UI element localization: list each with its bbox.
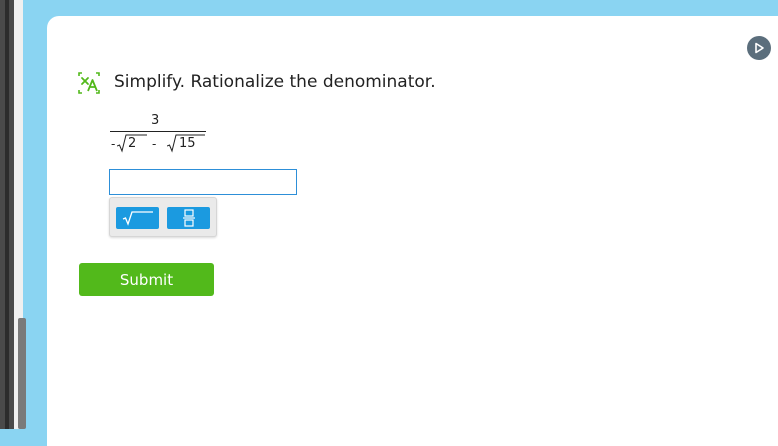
- denominator-operator: -: [152, 137, 157, 151]
- square-root-key[interactable]: [116, 207, 159, 229]
- fraction-bar: [110, 131, 206, 132]
- answer-input[interactable]: [109, 169, 297, 195]
- first-radical: 2: [117, 134, 147, 154]
- translate-icon[interactable]: [77, 71, 101, 95]
- submit-button[interactable]: Submit: [79, 263, 214, 296]
- play-icon: [755, 42, 764, 54]
- left-window-edge: [0, 0, 14, 429]
- fraction-icon: [182, 209, 195, 227]
- fraction-numerator: 3: [151, 113, 160, 128]
- vertical-scrollbar[interactable]: [14, 0, 26, 429]
- second-radicand: 15: [179, 136, 196, 151]
- math-keypad: [109, 197, 217, 237]
- denominator-leading-sign: -: [111, 137, 116, 151]
- second-radical: 15: [167, 134, 205, 154]
- scrollbar-thumb[interactable]: [18, 318, 26, 429]
- first-radicand: 2: [128, 136, 137, 151]
- fraction-key[interactable]: [167, 207, 210, 229]
- left-window-edge-inner: [5, 0, 9, 429]
- square-root-icon: [122, 211, 153, 226]
- play-audio-button[interactable]: [747, 36, 771, 60]
- question-instruction: Simplify. Rationalize the denominator.: [114, 72, 436, 92]
